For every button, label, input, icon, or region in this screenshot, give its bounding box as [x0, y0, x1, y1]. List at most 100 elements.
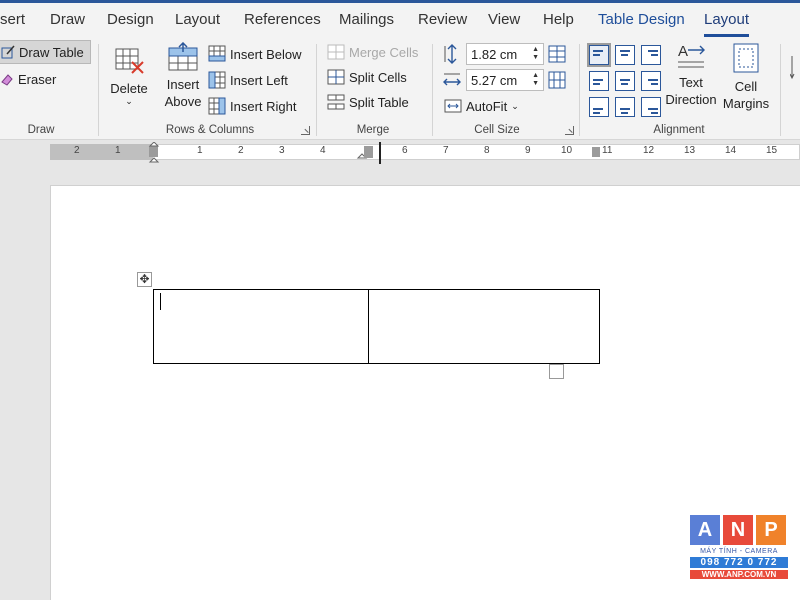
text-direction-button[interactable]: A Text Direction — [664, 42, 718, 108]
tab-help[interactable]: Help — [543, 11, 574, 28]
table-cell[interactable] — [368, 289, 600, 364]
merge-cells-label: Merge Cells — [349, 44, 419, 60]
split-table-button[interactable]: Split Table — [327, 92, 409, 112]
row-height-icon — [444, 44, 457, 64]
align-center-icon[interactable] — [615, 71, 635, 91]
table-cell[interactable] — [153, 289, 369, 364]
align-center-left-icon[interactable] — [589, 71, 609, 91]
chevron-down-icon: ⌄ — [125, 96, 133, 106]
autofit-label: AutoFit — [466, 98, 508, 114]
table-row-height-spinner[interactable]: 1.82 cm ▲ ▼ — [442, 43, 544, 65]
logo-tagline: MÁY TÍNH - CAMERA — [700, 548, 778, 555]
align-top-center-icon[interactable] — [615, 45, 635, 65]
tab-review[interactable]: Review — [418, 11, 467, 28]
right-column-marker-icon[interactable] — [591, 146, 601, 158]
table-column-width-spinner[interactable]: 5.27 cm ▲ ▼ — [442, 69, 544, 91]
insert-right-button[interactable]: Insert Right — [208, 96, 296, 116]
eraser-icon — [1, 74, 13, 86]
logo-letter-n: N — [723, 515, 753, 545]
tab-references[interactable]: References — [244, 11, 321, 28]
draw-table-button[interactable]: Draw Table — [0, 40, 91, 64]
autofit-button[interactable]: AutoFit ⌄ — [444, 95, 519, 117]
merge-cells-button[interactable]: Merge Cells — [327, 42, 418, 62]
spinner-arrows-icon[interactable]: ▲ ▼ — [532, 46, 539, 62]
eraser-button[interactable]: Eraser — [0, 68, 56, 90]
group-separator — [780, 44, 781, 136]
insert-right-icon — [208, 97, 226, 115]
cell-margins-icon — [733, 43, 759, 73]
column-width-input[interactable]: 5.27 cm ▲ ▼ — [466, 69, 544, 91]
insert-above-label-line1: Insert — [166, 77, 200, 92]
ruler-tick: 1 — [197, 145, 203, 156]
align-top-left-icon[interactable] — [587, 43, 611, 67]
row-height-input[interactable]: 1.82 cm ▲ ▼ — [466, 43, 544, 65]
ruler-tick: 4 — [320, 145, 326, 156]
table-resize-handle-icon[interactable] — [549, 364, 564, 379]
sort-icon[interactable] — [790, 52, 800, 82]
delete-button[interactable]: Delete ⌄ — [106, 46, 152, 106]
ruler-tick: 8 — [484, 145, 490, 156]
ruler-tick: 13 — [684, 145, 696, 156]
logo-phone: 098 772 0 772 — [690, 557, 788, 568]
align-bottom-center-icon[interactable] — [615, 97, 635, 117]
tab-layout-page[interactable]: Layout — [175, 11, 220, 28]
insert-left-label: Insert Left — [230, 72, 288, 88]
spinner-arrows-icon[interactable]: ▲ ▼ — [532, 72, 539, 88]
horizontal-ruler: 2 1 1 2 3 4 6 7 8 9 10 11 12 13 14 15 — [0, 142, 800, 164]
column-marker-icon[interactable] — [354, 144, 374, 162]
insert-below-button[interactable]: Insert Below — [208, 44, 302, 64]
insert-above-icon — [168, 42, 198, 71]
table-move-handle-icon[interactable]: ✥ — [137, 272, 152, 287]
tab-view[interactable]: View — [488, 11, 520, 28]
tab-table-layout[interactable]: Layout — [704, 11, 750, 37]
delete-table-icon — [115, 48, 144, 74]
ruler-tick: 15 — [766, 145, 778, 156]
logo-letter-a: A — [690, 515, 720, 545]
document-table[interactable] — [153, 289, 600, 364]
document-canvas: ✥ — [0, 165, 800, 600]
tab-table-design[interactable]: Table Design — [598, 11, 685, 28]
group-label-draw: Draw — [27, 124, 55, 136]
text-direction-label-line1: Text — [679, 75, 703, 90]
group-separator — [432, 44, 433, 136]
cell-size-dialog-launcher-icon[interactable] — [565, 126, 574, 135]
rows-columns-dialog-launcher-icon[interactable] — [301, 126, 310, 135]
ruler-tick: 11 — [602, 145, 613, 156]
tab-draw[interactable]: Draw — [50, 11, 85, 28]
ruler-tick: 10 — [561, 145, 573, 156]
anp-watermark-logo: A N P MÁY TÍNH - CAMERA 098 772 0 772 WW… — [690, 515, 788, 579]
group-label-cell-size: Cell Size — [474, 124, 520, 136]
insert-left-button[interactable]: Insert Left — [208, 70, 288, 90]
tab-insert[interactable]: sert — [0, 11, 25, 28]
align-top-right-icon[interactable] — [641, 45, 661, 65]
insert-right-label: Insert Right — [230, 98, 297, 114]
document-page[interactable]: ✥ — [50, 185, 800, 600]
group-label-alignment: Alignment — [653, 124, 705, 136]
ruler-tick: 9 — [525, 145, 531, 156]
cell-margins-button[interactable]: Cell Margins — [720, 42, 772, 112]
distribute-columns-icon[interactable] — [548, 71, 566, 89]
insert-above-button[interactable]: Insert Above — [160, 42, 206, 110]
ribbon-tab-bar: sert Draw Design Layout References Maili… — [0, 0, 800, 40]
autofit-icon — [444, 99, 462, 113]
chevron-down-icon: ⌄ — [511, 100, 519, 111]
text-direction-label-line2: Direction — [665, 92, 717, 107]
logo-letters: A N P — [690, 515, 788, 545]
align-bottom-right-icon[interactable] — [641, 97, 661, 117]
align-bottom-left-icon[interactable] — [589, 97, 609, 117]
tab-mailings[interactable]: Mailings — [339, 11, 394, 28]
first-line-indent-marker-icon[interactable] — [148, 142, 168, 166]
cell-alignment-grid — [586, 42, 664, 120]
distribute-rows-icon[interactable] — [548, 45, 566, 63]
ruler-tick: 2 — [238, 145, 244, 156]
tab-design[interactable]: Design — [107, 11, 154, 28]
split-cells-button[interactable]: Split Cells — [327, 67, 407, 87]
row-height-value: 1.82 cm — [471, 46, 518, 62]
group-label-rows-columns: Rows & Columns — [165, 124, 255, 136]
align-center-right-icon[interactable] — [641, 71, 661, 91]
draw-table-label: Draw Table — [19, 44, 84, 60]
column-width-value: 5.27 cm — [471, 72, 518, 88]
split-table-label: Split Table — [349, 94, 409, 110]
merge-cells-icon — [327, 44, 345, 60]
split-cells-icon — [327, 69, 345, 85]
